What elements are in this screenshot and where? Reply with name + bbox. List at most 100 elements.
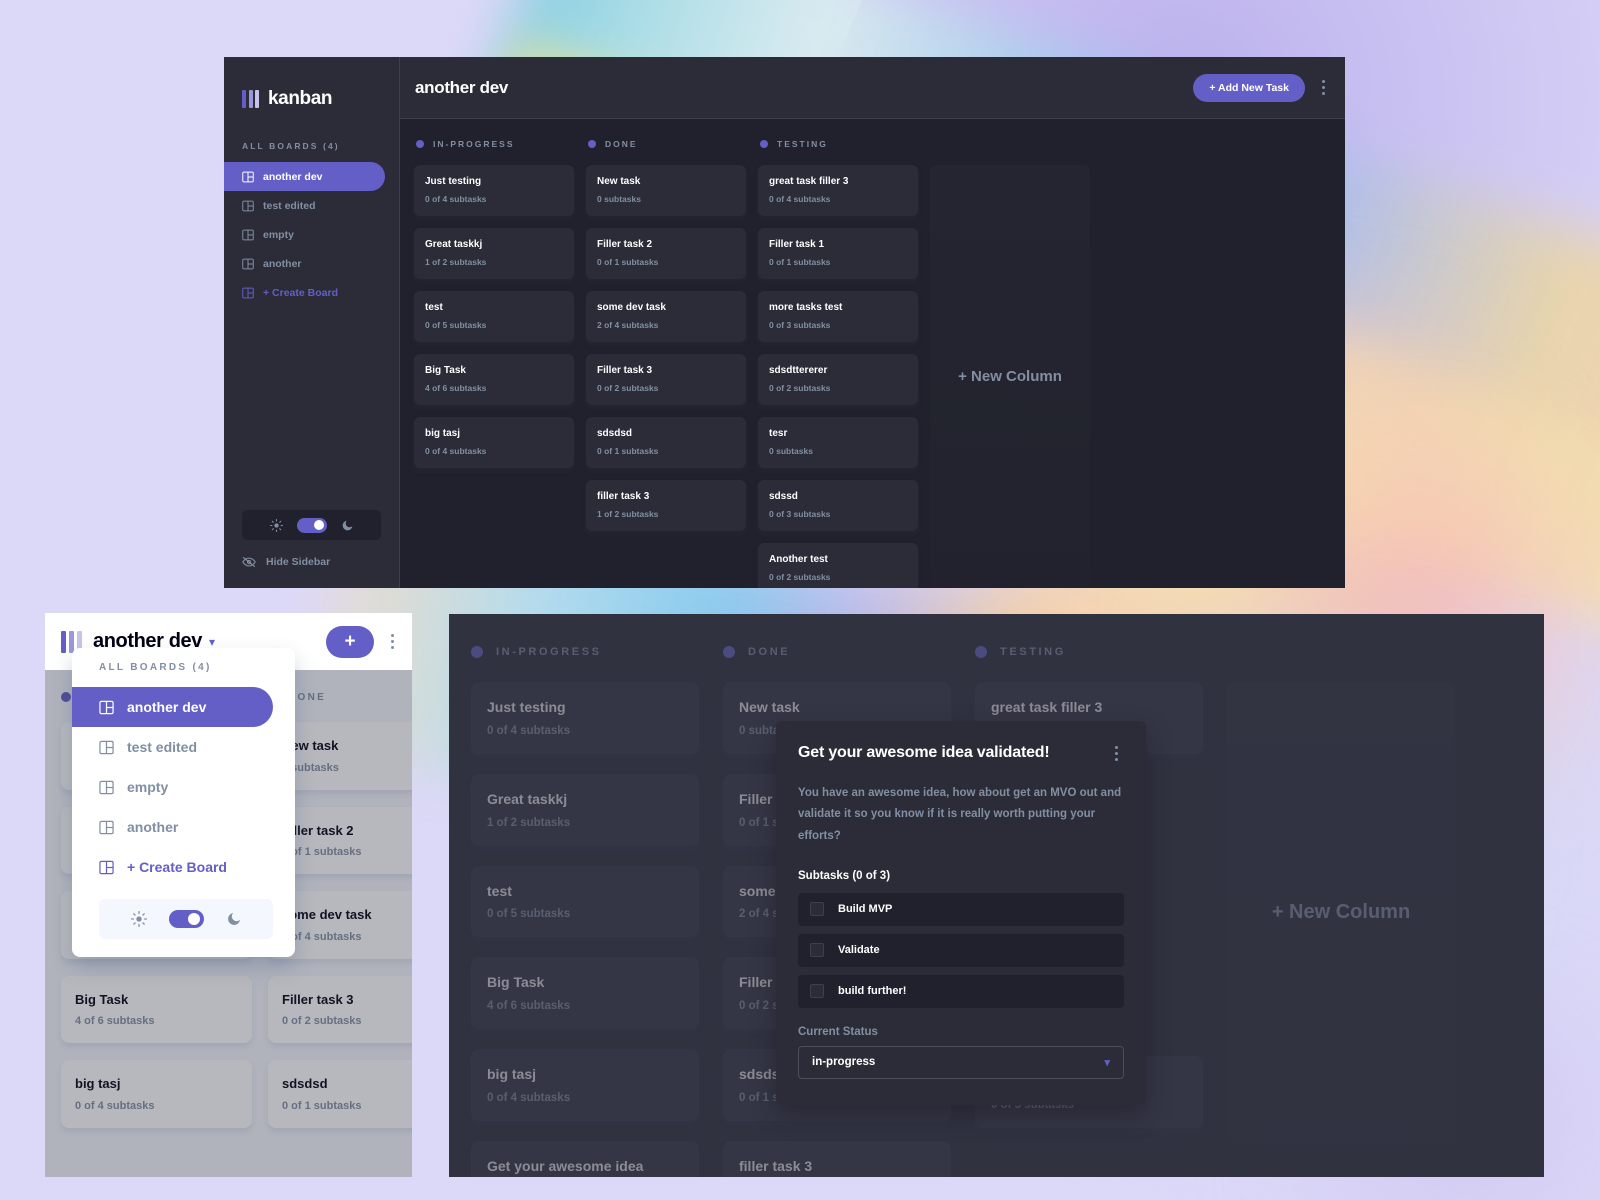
task-card[interactable]: sdssd 0 of 3 subtasks xyxy=(758,480,918,531)
chevron-down-icon[interactable]: ▾ xyxy=(209,635,215,649)
task-title: Just testing xyxy=(425,176,482,187)
board-icon xyxy=(99,780,114,794)
moon-icon xyxy=(342,520,352,530)
new-column-button[interactable]: + New Column xyxy=(930,165,1090,588)
board-icon xyxy=(99,860,114,874)
task-card[interactable]: filler task 3 1 of 2 subtasks xyxy=(586,480,746,531)
sidebar-item-another-dev[interactable]: another dev xyxy=(224,162,385,191)
status-dot xyxy=(416,140,424,148)
task-subtask-count: 0 of 4 subtasks xyxy=(769,194,831,204)
task-title: tesr xyxy=(769,428,788,439)
task-card[interactable]: sdsdsd 0 of 1 subtasks xyxy=(586,417,746,468)
task-subtask-count: 0 of 4 subtasks xyxy=(425,194,487,204)
task-subtask-count: 0 of 3 subtasks xyxy=(769,320,831,330)
theme-toggle[interactable] xyxy=(99,899,273,939)
task-subtask-count: 0 of 2 subtasks xyxy=(769,572,831,582)
hide-sidebar-button[interactable]: Hide Sidebar xyxy=(224,556,399,588)
dropdown-item-label: another dev xyxy=(127,699,207,715)
kebab-menu-icon[interactable] xyxy=(384,634,400,649)
subtask-label: build further! xyxy=(838,985,907,998)
column-done: DONE New task 0 subtasks Filler task 2 0 o… xyxy=(586,133,746,588)
board-icon xyxy=(242,287,254,298)
sidebar-item-empty[interactable]: empty xyxy=(224,220,385,249)
sidebar-item-test-edited[interactable]: test edited xyxy=(224,191,385,220)
task-card[interactable]: tesr 0 subtasks xyxy=(758,417,918,468)
task-title: sdsdttererer xyxy=(769,365,828,376)
theme-switch[interactable] xyxy=(296,517,327,533)
task-title: test xyxy=(425,302,443,313)
task-card[interactable]: Great taskkj 1 of 2 subtasks xyxy=(414,228,574,279)
subtask-row[interactable]: Build MVP xyxy=(798,892,1124,926)
task-card[interactable]: Just testing 0 of 4 subtasks xyxy=(414,165,574,216)
board-icon xyxy=(99,820,114,834)
task-card[interactable]: great task filler 3 0 of 4 subtasks xyxy=(758,165,918,216)
dropdown-item-label: another xyxy=(127,819,179,835)
task-card[interactable]: Big Task 4 of 6 subtasks xyxy=(414,354,574,405)
task-title: New task xyxy=(597,176,641,187)
create-board-button[interactable]: + Create Board xyxy=(224,278,385,307)
checkbox-icon[interactable] xyxy=(810,984,824,999)
column-name: TESTING xyxy=(777,139,828,149)
status-select-value: in-progress xyxy=(812,1056,876,1069)
add-new-task-button[interactable]: + Add New Task xyxy=(1193,73,1305,102)
task-title: Filler task 1 xyxy=(769,239,825,250)
task-description: You have an awesome idea, how about get … xyxy=(798,787,1122,842)
task-subtask-count: 0 subtasks xyxy=(769,446,813,456)
task-detail-modal: Get your awesome idea validated! You hav… xyxy=(776,721,1146,1105)
page-title: another dev xyxy=(415,77,509,97)
dropdown-create-board-button[interactable]: + Create Board xyxy=(72,847,273,887)
boards-dropdown: ALL BOARDS (4) another dev test edited e… xyxy=(72,648,295,957)
add-new-task-button[interactable]: + xyxy=(326,625,374,658)
sun-icon xyxy=(269,518,283,532)
subtasks-label: Subtasks (0 of 3) xyxy=(798,869,891,882)
task-title: great task filler 3 xyxy=(769,176,849,187)
task-title: Filler task 3 xyxy=(597,365,653,376)
task-subtask-count: 0 of 1 subtasks xyxy=(597,446,659,456)
board-icon xyxy=(99,740,114,754)
task-card[interactable]: some dev task 2 of 4 subtasks xyxy=(586,291,746,342)
main-content: another dev + Add New Task IN-PROGRESS J… xyxy=(400,57,1345,588)
task-card[interactable]: more tasks test 0 of 3 subtasks xyxy=(758,291,918,342)
sidebar-item-another[interactable]: another xyxy=(224,249,385,278)
task-card[interactable]: big tasj 0 of 4 subtasks xyxy=(414,417,574,468)
task-subtask-count: 0 of 2 subtasks xyxy=(597,383,659,393)
task-card[interactable]: Filler task 2 0 of 1 subtasks xyxy=(586,228,746,279)
task-title: Big Task xyxy=(425,365,466,376)
column-testing: TESTING great task filler 3 0 of 4 subtas… xyxy=(758,133,918,588)
task-card[interactable]: Another test 0 of 2 subtasks xyxy=(758,543,918,588)
theme-toggle[interactable] xyxy=(242,510,381,540)
sidebar-item-label: another xyxy=(263,257,302,270)
task-card[interactable]: test 0 of 5 subtasks xyxy=(414,291,574,342)
task-title: big tasj xyxy=(425,428,461,439)
task-title: Filler task 2 xyxy=(597,239,653,250)
dropdown-item-empty[interactable]: empty xyxy=(72,767,273,807)
checkbox-icon[interactable] xyxy=(810,902,824,917)
subtask-row[interactable]: build further! xyxy=(798,974,1124,1008)
modal-title: Get your awesome idea validated! xyxy=(798,744,1050,761)
app-logo: kanban xyxy=(224,57,399,119)
checkbox-icon[interactable] xyxy=(810,943,824,958)
eye-off-icon xyxy=(242,556,256,568)
status-select[interactable]: in-progress ▾ xyxy=(798,1045,1124,1079)
task-subtask-count: 2 of 4 subtasks xyxy=(597,320,659,330)
dropdown-item-test-edited[interactable]: test edited xyxy=(72,727,273,767)
board-icon xyxy=(242,258,254,269)
task-card[interactable]: Filler task 1 0 of 1 subtasks xyxy=(758,228,918,279)
dropdown-item-another[interactable]: another xyxy=(72,807,273,847)
dropdown-item-another-dev[interactable]: another dev xyxy=(72,687,273,727)
task-title: Another test xyxy=(769,554,828,565)
task-title: sdssd xyxy=(769,491,798,502)
task-card[interactable]: sdsdttererer 0 of 2 subtasks xyxy=(758,354,918,405)
task-card[interactable]: Filler task 3 0 of 2 subtasks xyxy=(586,354,746,405)
task-subtask-count: 0 subtasks xyxy=(597,194,641,204)
kebab-menu-icon[interactable] xyxy=(1315,80,1331,95)
theme-switch[interactable] xyxy=(168,910,204,928)
current-status-label: Current Status xyxy=(798,1025,878,1038)
sidebar-item-label: empty xyxy=(263,228,294,241)
task-card[interactable]: New task 0 subtasks xyxy=(586,165,746,216)
task-subtask-count: 0 of 3 subtasks xyxy=(769,509,831,519)
status-dot xyxy=(760,140,768,148)
subtask-row[interactable]: Validate xyxy=(798,933,1124,967)
modal-header: Get your awesome idea validated! xyxy=(798,743,1124,763)
kebab-menu-icon[interactable] xyxy=(1108,746,1124,761)
